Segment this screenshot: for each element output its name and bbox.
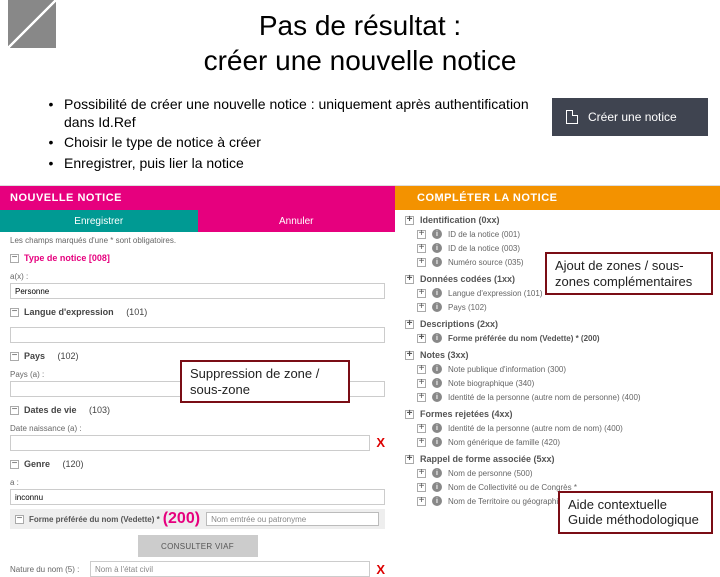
add-icon[interactable]: + bbox=[417, 244, 426, 253]
add-icon[interactable]: + bbox=[417, 483, 426, 492]
add-icon[interactable]: + bbox=[417, 230, 426, 239]
save-button[interactable]: Enregistrer bbox=[0, 210, 198, 232]
nom-field[interactable]: Nom à l'état civil bbox=[90, 561, 370, 577]
vedette-input[interactable]: Nom emtrée ou patronyme bbox=[206, 512, 379, 526]
group-header[interactable]: +Identification (0xx) bbox=[395, 210, 720, 227]
info-icon[interactable]: i bbox=[432, 243, 442, 253]
field-item[interactable]: +iNom de personne (500) bbox=[395, 466, 720, 480]
bullet: •Enregistrer, puis lier la notice bbox=[38, 155, 552, 173]
nom-label: Nature du nom (5) : bbox=[10, 565, 84, 574]
group-header[interactable]: +Formes rejetées (4xx) bbox=[395, 404, 720, 421]
info-icon[interactable]: i bbox=[432, 364, 442, 374]
create-notice-label: Créer une notice bbox=[588, 110, 677, 124]
info-icon[interactable]: i bbox=[432, 437, 442, 447]
consult-viaf-button[interactable]: CONSULTER VIAF bbox=[138, 535, 258, 557]
right-header: COMPLÉTER LA NOTICE bbox=[395, 186, 720, 210]
group-header[interactable]: +Rappel de forme associée (5xx) bbox=[395, 449, 720, 466]
info-icon[interactable]: i bbox=[432, 257, 442, 267]
lang-field[interactable] bbox=[10, 327, 385, 343]
bullet: •Possibilité de créer une nouvelle notic… bbox=[38, 96, 552, 131]
dates-field[interactable] bbox=[10, 435, 370, 451]
type-field[interactable] bbox=[10, 283, 385, 299]
info-icon[interactable]: i bbox=[432, 423, 442, 433]
field-item[interactable]: +iIdentité de la personne (autre nom de … bbox=[395, 390, 720, 404]
vedette-row: − Forme préférée du nom (Vedette) * (200… bbox=[10, 509, 385, 529]
group-header[interactable]: +Descriptions (2xx) bbox=[395, 314, 720, 331]
field-item[interactable]: +iForme préférée du nom (Vedette) * (200… bbox=[395, 331, 720, 345]
field-item[interactable]: +iNote biographique (340) bbox=[395, 376, 720, 390]
add-icon[interactable]: + bbox=[417, 438, 426, 447]
add-icon[interactable]: + bbox=[417, 379, 426, 388]
cancel-button[interactable]: Annuler bbox=[198, 210, 396, 232]
info-icon[interactable]: i bbox=[432, 392, 442, 402]
genre-field[interactable] bbox=[10, 489, 385, 505]
delete-x-icon[interactable]: X bbox=[376, 435, 385, 450]
add-icon[interactable]: + bbox=[417, 258, 426, 267]
add-icon[interactable]: + bbox=[417, 497, 426, 506]
collapse-icon[interactable]: − bbox=[10, 460, 19, 469]
info-icon[interactable]: i bbox=[432, 333, 442, 343]
add-icon[interactable]: + bbox=[417, 365, 426, 374]
add-icon[interactable]: + bbox=[417, 303, 426, 312]
bullet: •Choisir le type de notice à créer bbox=[38, 134, 552, 152]
group-header[interactable]: +Notes (3xx) bbox=[395, 345, 720, 362]
collapse-icon[interactable]: − bbox=[15, 515, 24, 524]
info-icon[interactable]: i bbox=[432, 229, 442, 239]
collapse-icon[interactable]: − bbox=[10, 254, 19, 263]
info-icon[interactable]: i bbox=[432, 496, 442, 506]
required-hint: Les champs marqués d'une * sont obligato… bbox=[0, 232, 395, 247]
add-icon[interactable]: + bbox=[417, 289, 426, 298]
callout-add-zones: Ajout de zones / sous-zones complémentai… bbox=[545, 252, 713, 295]
callout-delete-zone: Suppression de zone / sous-zone bbox=[180, 360, 350, 403]
add-icon[interactable]: + bbox=[417, 424, 426, 433]
document-icon bbox=[566, 110, 578, 124]
expand-icon[interactable]: + bbox=[405, 351, 414, 360]
field-item[interactable]: +iNom générique de famille (420) bbox=[395, 435, 720, 449]
info-icon[interactable]: i bbox=[432, 288, 442, 298]
expand-icon[interactable]: + bbox=[405, 455, 414, 464]
info-icon[interactable]: i bbox=[432, 482, 442, 492]
field-item[interactable]: +iIdentité de la personne (autre nom de … bbox=[395, 421, 720, 435]
expand-icon[interactable]: + bbox=[405, 410, 414, 419]
slide-title: Pas de résultat :créer une nouvelle noti… bbox=[0, 0, 720, 96]
collapse-icon[interactable]: − bbox=[10, 406, 19, 415]
add-icon[interactable]: + bbox=[417, 393, 426, 402]
field-item[interactable]: +iPays (102) bbox=[395, 300, 720, 314]
info-icon[interactable]: i bbox=[432, 378, 442, 388]
left-header: NOUVELLE NOTICE bbox=[0, 186, 395, 210]
info-icon[interactable]: i bbox=[432, 468, 442, 478]
field-item[interactable]: +iID de la notice (001) bbox=[395, 227, 720, 241]
expand-icon[interactable]: + bbox=[405, 216, 414, 225]
right-panel: COMPLÉTER LA NOTICE +Identification (0xx… bbox=[395, 185, 720, 537]
add-icon[interactable]: + bbox=[417, 334, 426, 343]
add-icon[interactable]: + bbox=[417, 469, 426, 478]
field-item[interactable]: +iNote publique d'information (300) bbox=[395, 362, 720, 376]
expand-icon[interactable]: + bbox=[405, 275, 414, 284]
create-notice-button[interactable]: Créer une notice bbox=[552, 98, 708, 136]
intro-row: •Possibilité de créer une nouvelle notic… bbox=[0, 96, 720, 175]
callout-help: Aide contextuelle Guide méthodologique bbox=[558, 491, 713, 534]
collapse-icon[interactable]: − bbox=[10, 352, 19, 361]
delete-x-icon[interactable]: X bbox=[376, 562, 385, 577]
expand-icon[interactable]: + bbox=[405, 320, 414, 329]
info-icon[interactable]: i bbox=[432, 302, 442, 312]
collapse-icon[interactable]: − bbox=[10, 308, 19, 317]
logo-icon bbox=[8, 0, 56, 48]
